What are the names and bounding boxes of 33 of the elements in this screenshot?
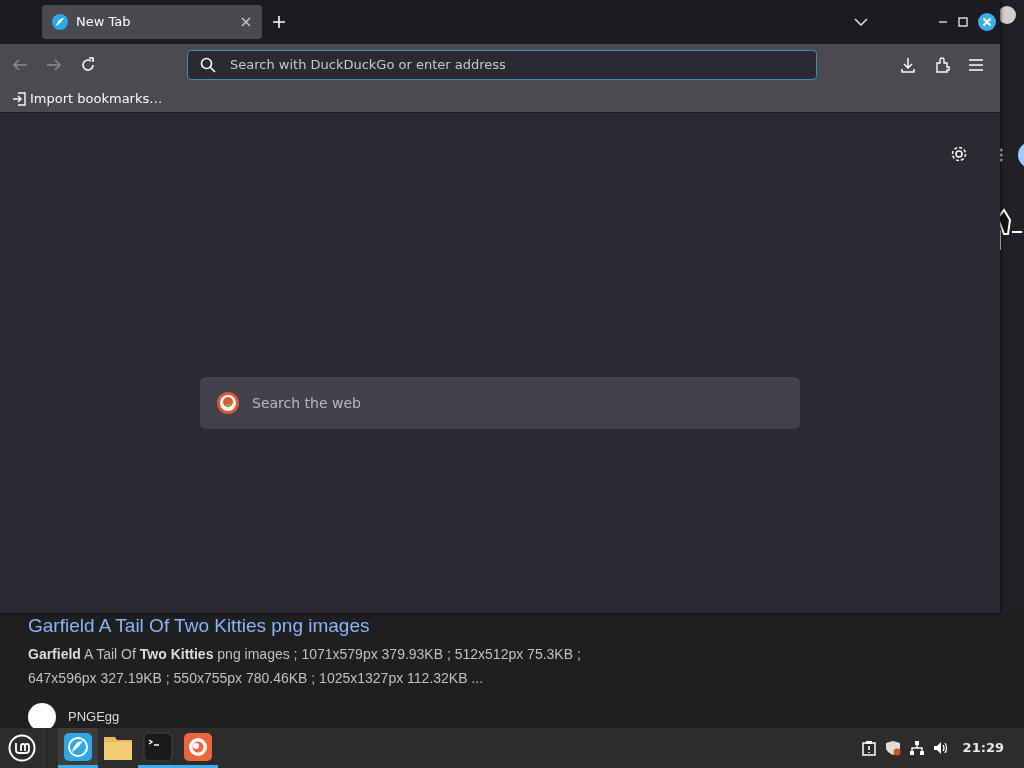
site-name: PNGEgg (68, 710, 120, 724)
browser-icon (52, 14, 68, 30)
terminal-icon (143, 731, 173, 762)
reload-icon[interactable] (80, 57, 96, 73)
address-bar[interactable]: Search with DuckDuckGo or enter address (187, 50, 817, 80)
volume-icon[interactable] (932, 740, 949, 756)
chevron-down-icon[interactable] (854, 18, 868, 26)
shield-icon[interactable] (884, 740, 901, 756)
puzzle-piece-icon[interactable] (934, 57, 950, 73)
browser-tab[interactable]: New Tab (42, 5, 262, 39)
menu-icon[interactable] (968, 57, 984, 73)
clock[interactable]: 21:29 (962, 738, 1004, 758)
fox-browser-icon (183, 731, 213, 762)
clipboard-alert-icon[interactable] (860, 740, 877, 756)
result-snippet: Garfield A Tail Of Two Kitties png images ; 1071x579px 379.93KB ; 512x512px 75.3KB ; 647x596px 327.19KB ; 550x755px 780.46KB ; 1025x1327px 112.32KB ... (28, 645, 582, 688)
result-title-link[interactable]: Garfield A Tail Of Two Kitties png images (28, 614, 628, 638)
search-icon (200, 57, 216, 73)
bookmark-link[interactable]: Import bookmarks… (12, 89, 163, 109)
new-tab-icon[interactable] (272, 15, 286, 29)
back-arrow-icon[interactable] (12, 57, 28, 73)
duck-logo-icon (216, 391, 240, 415)
download-icon[interactable] (900, 57, 916, 73)
start-menu-icon[interactable] (7, 734, 36, 762)
settings-icon[interactable] (950, 145, 968, 163)
forward-arrow-icon[interactable] (46, 57, 62, 73)
network-icon[interactable] (908, 740, 925, 756)
web-search-field[interactable]: Search the web (200, 377, 800, 429)
site-icon (28, 703, 56, 731)
maximize-icon[interactable] (958, 17, 968, 27)
browser-icon (63, 731, 93, 762)
web-search-input[interactable]: Search the web (252, 392, 784, 414)
taskbar-app[interactable] (58, 728, 98, 768)
import-icon (12, 91, 26, 107)
